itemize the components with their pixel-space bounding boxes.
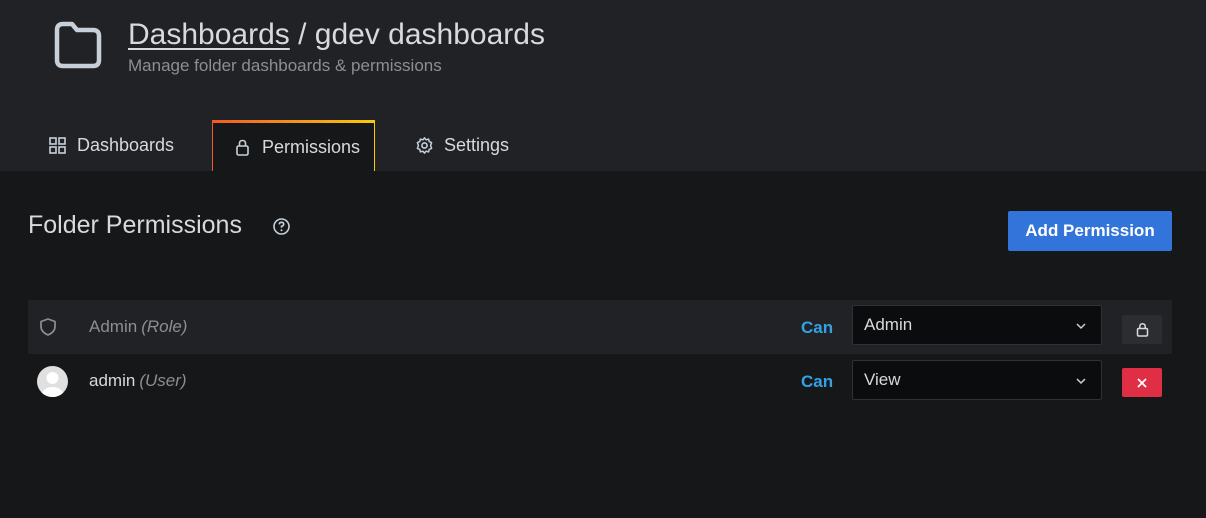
permission-name: admin (User) xyxy=(89,370,187,392)
tab-permissions[interactable]: Permissions xyxy=(212,120,375,171)
breadcrumb-dashboards-link[interactable]: Dashboards xyxy=(128,18,290,51)
permission-level-value: View xyxy=(864,370,901,389)
permission-type: (User) xyxy=(139,371,187,390)
tab-label: Settings xyxy=(444,135,510,155)
tab-dashboards[interactable]: Dashboards xyxy=(28,120,212,171)
permission-level-select[interactable]: Admin xyxy=(852,305,1102,345)
permission-principal: admin xyxy=(89,371,136,390)
can-label: Can xyxy=(801,318,834,337)
section-title: Folder Permissions xyxy=(28,211,242,239)
permission-principal: Admin xyxy=(89,317,138,336)
page-title: Dashboards / gdev dashboards xyxy=(128,16,545,54)
question-circle-icon[interactable] xyxy=(272,217,291,236)
shield-icon xyxy=(40,318,56,336)
folder-icon xyxy=(54,21,102,69)
add-permission-button[interactable]: Add Permission xyxy=(1008,211,1172,251)
permission-level-select[interactable]: View xyxy=(852,360,1102,400)
user-icon xyxy=(41,372,64,397)
lock-icon xyxy=(1136,323,1148,337)
grid-icon xyxy=(49,137,66,154)
page-header: Dashboards / gdev dashboards Manage fold… xyxy=(0,0,1206,171)
permission-row: admin (User) Can View xyxy=(28,354,1172,408)
chevron-down-icon xyxy=(1076,323,1086,330)
breadcrumb-separator: / xyxy=(289,18,315,51)
tab-label: Dashboards xyxy=(77,135,175,155)
folder-name: gdev dashboards xyxy=(314,18,545,51)
locked-permission-indicator xyxy=(1122,315,1162,344)
chevron-down-icon xyxy=(1076,378,1086,385)
permission-type: (Role) xyxy=(141,317,188,336)
tab-label: Permissions xyxy=(262,136,361,157)
avatar xyxy=(37,366,68,397)
permission-level-value: Admin xyxy=(864,315,913,334)
tab-settings[interactable]: Settings xyxy=(395,120,555,171)
permission-row: Admin (Role) Can Admin xyxy=(28,300,1172,354)
page-subtitle: Manage folder dashboards & permissions xyxy=(128,56,442,75)
gear-icon xyxy=(416,137,433,154)
remove-permission-button[interactable] xyxy=(1122,368,1162,397)
can-label: Can xyxy=(801,372,834,391)
permission-name: Admin (Role) xyxy=(89,316,187,338)
lock-icon xyxy=(236,139,249,156)
close-icon xyxy=(1137,377,1147,388)
